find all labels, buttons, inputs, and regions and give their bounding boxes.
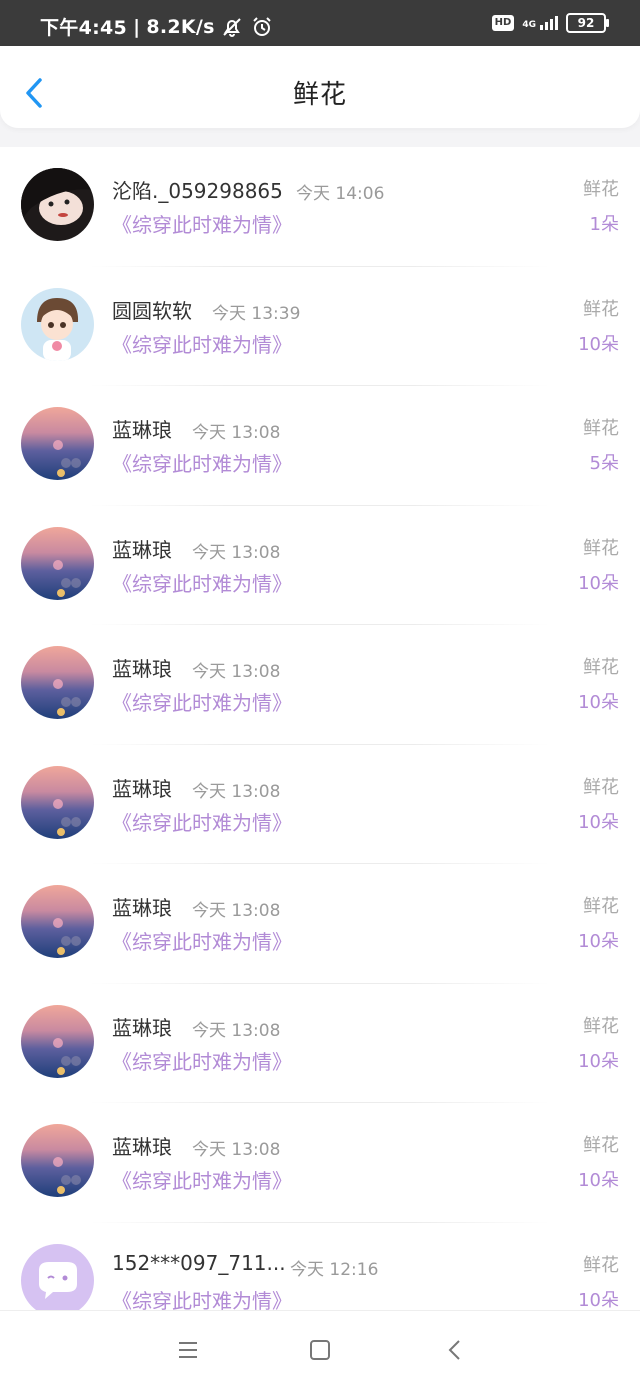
avatar[interactable]	[21, 526, 94, 600]
avatar[interactable]	[21, 1243, 94, 1310]
gift-count: 10朵	[578, 1050, 619, 1072]
avatar[interactable]	[21, 287, 94, 361]
user-name[interactable]: 152***097_711...	[112, 1251, 286, 1275]
book-title[interactable]: 《综穿此时难为情》	[112, 1165, 292, 1194]
avatar[interactable]	[21, 407, 94, 480]
gift-row[interactable]: 蓝琳琅 今天 13:08 《综穿此时难为情》 鲜花 10朵	[0, 506, 640, 625]
battery-icon: 92	[566, 13, 609, 33]
gift-time: 今天 14:06	[296, 184, 385, 204]
avatar[interactable]	[21, 765, 94, 839]
avatar[interactable]	[21, 885, 94, 958]
gift-time: 今天 13:39	[212, 303, 301, 324]
gift-type: 鲜花	[583, 298, 619, 320]
alarm-icon	[251, 16, 275, 38]
gift-time: 今天 13:08	[192, 901, 281, 921]
gift-time: 今天 13:08	[192, 662, 281, 682]
book-title[interactable]: 《综穿此时难为情》	[112, 568, 292, 597]
gift-time: 今天 12:16	[290, 1259, 379, 1280]
gift-row[interactable]: 蓝琳琅 今天 13:08 《综穿此时难为情》 鲜花 5朵	[0, 386, 640, 506]
signal-icon: 4G	[522, 16, 558, 30]
gift-type: 鲜花	[583, 1135, 619, 1156]
gift-row[interactable]: 蓝琳琅 今天 13:08 《综穿此时难为情》 鲜花 10朵	[0, 864, 640, 984]
gift-row[interactable]: 152***097_711... 今天 12:16 《综穿此时难为情》 鲜花 10朵	[0, 1223, 640, 1311]
header: 鲜花	[0, 46, 640, 128]
gift-count: 5朵	[589, 453, 619, 474]
gift-type: 鲜花	[583, 418, 619, 439]
gift-count: 10朵	[578, 572, 619, 594]
avatar[interactable]	[21, 168, 94, 241]
book-title[interactable]: 《综穿此时难为情》	[112, 1285, 292, 1311]
network-type: 4G	[522, 20, 536, 30]
user-name[interactable]: 蓝琳琅	[112, 773, 172, 802]
gift-row[interactable]: 蓝琳琅 今天 13:08 《综穿此时难为情》 鲜花 10朵	[0, 984, 640, 1103]
book-title[interactable]: 《综穿此时难为情》	[112, 807, 292, 836]
user-name[interactable]: 沦陷._059298865	[112, 175, 283, 204]
gift-type: 鲜花	[583, 179, 619, 200]
menu-icon[interactable]	[173, 1335, 203, 1365]
user-name[interactable]: 蓝琳琅	[112, 1131, 172, 1160]
page-title: 鲜花	[292, 80, 347, 110]
gift-type: 鲜花	[583, 1015, 619, 1037]
gift-count: 10朵	[578, 1289, 619, 1311]
battery-level: 92	[577, 16, 595, 30]
status-bar: 下午4:45 | 8.2K/s HD 4G 92	[0, 0, 640, 46]
gift-count: 10朵	[578, 333, 619, 355]
avatar[interactable]	[21, 1124, 94, 1197]
book-title[interactable]: 《综穿此时难为情》	[112, 926, 292, 955]
gift-type: 鲜花	[583, 776, 619, 798]
home-square-icon[interactable]	[305, 1335, 335, 1365]
user-name[interactable]: 蓝琳琅	[112, 653, 172, 682]
bell-off-icon	[221, 16, 245, 38]
gift-type: 鲜花	[583, 1254, 619, 1276]
book-title[interactable]: 《综穿此时难为情》	[112, 329, 292, 358]
gift-row[interactable]: 沦陷._059298865 今天 14:06 《综穿此时难为情》 鲜花 1朵	[0, 147, 640, 267]
gift-row[interactable]: 圆圆软软 今天 13:39 《综穿此时难为情》 鲜花 10朵	[0, 267, 640, 386]
book-title[interactable]: 《综穿此时难为情》	[112, 687, 292, 716]
status-left: 下午4:45 | 8.2K/s	[40, 13, 275, 40]
hd-badge: HD	[491, 15, 515, 31]
gift-count: 10朵	[578, 811, 619, 833]
gift-type: 鲜花	[583, 657, 619, 678]
gift-time: 今天 13:08	[192, 1140, 281, 1160]
gift-row[interactable]: 蓝琳琅 今天 13:08 《综穿此时难为情》 鲜花 10朵	[0, 745, 640, 864]
system-nav-bar	[0, 1310, 640, 1388]
gift-row[interactable]: 蓝琳琅 今天 13:08 《综穿此时难为情》 鲜花 10朵	[0, 625, 640, 745]
gift-time: 今天 13:08	[192, 781, 281, 802]
book-title[interactable]: 《综穿此时难为情》	[112, 1046, 292, 1075]
status-right: HD 4G 92	[491, 13, 609, 33]
gift-type: 鲜花	[583, 896, 619, 917]
book-title[interactable]: 《综穿此时难为情》	[112, 448, 292, 477]
gift-row[interactable]: 蓝琳琅 今天 13:08 《综穿此时难为情》 鲜花 10朵	[0, 1103, 640, 1223]
gift-count: 10朵	[578, 931, 619, 952]
gift-count: 10朵	[578, 1170, 619, 1191]
avatar[interactable]	[21, 646, 94, 719]
back-triangle-icon[interactable]	[440, 1335, 470, 1365]
gift-time: 今天 13:08	[192, 1020, 281, 1041]
gift-count: 10朵	[578, 692, 619, 713]
gift-list: 沦陷._059298865 今天 14:06 《综穿此时难为情》 鲜花 1朵 圆圆软软今…	[0, 147, 640, 1310]
gift-time: 今天 13:08	[192, 423, 281, 443]
gift-type: 鲜花	[583, 537, 619, 559]
gift-time: 今天 13:08	[192, 542, 281, 563]
user-name[interactable]: 蓝琳琅	[112, 892, 172, 921]
user-name[interactable]: 蓝琳琅	[112, 534, 172, 563]
network-speed: 8.2K/s	[146, 15, 215, 38]
book-title[interactable]: 《综穿此时难为情》	[112, 209, 292, 238]
user-name[interactable]: 蓝琳琅	[112, 1012, 172, 1041]
user-name[interactable]: 圆圆软软	[112, 295, 192, 324]
status-time: 下午4:45	[40, 17, 128, 39]
user-name[interactable]: 蓝琳琅	[112, 414, 172, 443]
avatar[interactable]	[21, 1004, 94, 1078]
gift-count: 1朵	[589, 214, 619, 235]
